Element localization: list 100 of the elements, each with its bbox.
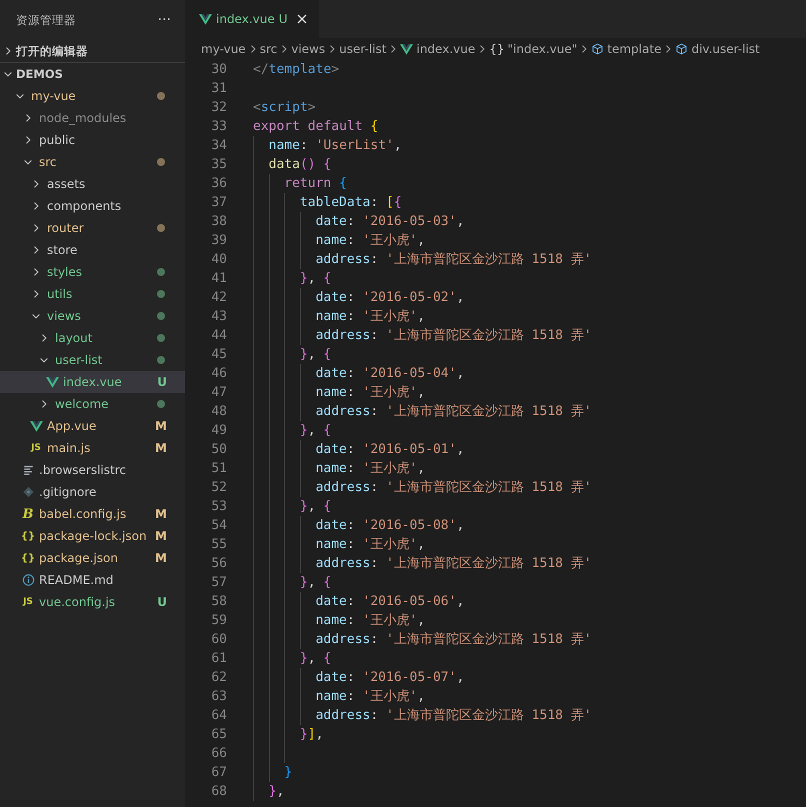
code-line: name: '王小虎', (316, 536, 426, 554)
code-line: date: '2016-05-08', (316, 517, 464, 535)
tree-item[interactable]: B babel.config.js M (0, 503, 185, 525)
tree-item[interactable]: components (0, 195, 185, 217)
line-number: 64 (210, 707, 227, 725)
tree-item[interactable]: utils (0, 283, 185, 305)
line-number: 53 (210, 498, 227, 516)
line-number: 34 (210, 137, 227, 155)
tree-item[interactable]: .browserslistrc (0, 459, 185, 481)
code-line: }, { (300, 422, 332, 440)
js-file-icon: JS (31, 443, 41, 453)
tree-item[interactable]: .gitignore (0, 481, 185, 503)
code-line: address: '上海市普陀区金沙江路 1518 弄' (316, 326, 592, 345)
code-line: address: '上海市普陀区金沙江路 1518 弄' (316, 250, 592, 269)
babel-file-icon: B (22, 506, 34, 522)
line-number: 59 (210, 612, 227, 630)
git-status-letter: M (155, 551, 167, 565)
tree-item[interactable]: {} package-lock.json M (0, 525, 185, 547)
code-line: name: '王小虎', (316, 308, 426, 326)
tree-item[interactable]: node_modules (0, 107, 185, 129)
code-line: address: '上海市普陀区金沙江路 1518 弄' (316, 630, 592, 649)
more-actions-button[interactable]: ··· (156, 12, 173, 28)
code-line: address: '上海市普陀区金沙江路 1518 弄' (316, 554, 592, 573)
line-number: 39 (210, 232, 227, 250)
tree-item[interactable]: store (0, 239, 185, 261)
tree-item[interactable]: public (0, 129, 185, 151)
breadcrumb-item[interactable]: views (291, 42, 326, 56)
git-status-letter: M (155, 441, 167, 455)
breadcrumb-item[interactable]: div.user-list (675, 42, 760, 56)
info-icon (22, 574, 34, 586)
code-line: }, { (300, 270, 332, 288)
breadcrumb-item[interactable]: template (591, 42, 662, 56)
breadcrumb-item[interactable]: user-list (339, 42, 386, 56)
tree-item[interactable]: src (0, 151, 185, 173)
tree-item[interactable]: styles (0, 261, 185, 283)
section-header[interactable]: DEMOS (0, 62, 185, 85)
breadcrumb-item[interactable]: index.vue (400, 42, 476, 56)
code-line: date: '2016-05-07', (316, 669, 464, 687)
tree-item[interactable]: router (0, 217, 185, 239)
js-file-icon: JS (23, 597, 33, 607)
code-line: address: '上海市普陀区金沙江路 1518 弄' (316, 402, 592, 421)
breadcrumb-item[interactable]: src (260, 42, 278, 56)
line-number: 32 (210, 99, 227, 117)
line-number: 30 (210, 61, 227, 79)
line-number: 55 (210, 536, 227, 554)
json-file-icon: {} (20, 530, 36, 542)
code-line: address: '上海市普陀区金沙江路 1518 弄' (316, 706, 592, 725)
code-line: tableData: [{ (300, 194, 402, 212)
cube-icon (675, 43, 688, 55)
line-number: 33 (210, 118, 227, 136)
line-number: 68 (210, 783, 227, 801)
editor-tab[interactable]: index.vue U (185, 0, 319, 38)
tree-item[interactable]: layout (0, 327, 185, 349)
code-line: }, { (300, 650, 332, 668)
code-line: export default { (253, 118, 378, 136)
line-number: 65 (210, 726, 227, 744)
breadcrumb-item[interactable]: my-vue (201, 42, 246, 56)
diamond-icon (22, 486, 34, 498)
tree-item[interactable]: assets (0, 173, 185, 195)
code-line: date: '2016-05-06', (316, 593, 464, 611)
tree-item[interactable]: JS main.js M (0, 437, 185, 459)
explorer-title: 资源管理器 (16, 12, 76, 28)
line-number: 42 (210, 289, 227, 307)
code-line: date: '2016-05-01', (316, 441, 464, 459)
breadcrumb-item[interactable]: {} "index.vue" (489, 42, 578, 56)
line-number: 54 (210, 517, 227, 535)
line-number: 66 (210, 745, 227, 763)
vue-logo-icon (30, 420, 42, 432)
tree-item[interactable]: welcome (0, 393, 185, 415)
line-number: 63 (210, 688, 227, 706)
tree-item[interactable]: my-vue (0, 85, 185, 107)
code-line: </template> (253, 61, 340, 79)
git-status-letter: M (155, 419, 167, 433)
code-line: name: '王小虎', (316, 232, 426, 250)
git-status-letter: U (278, 12, 288, 26)
line-number: 31 (210, 80, 227, 98)
tree-item[interactable]: JS vue.config.js U (0, 591, 185, 613)
tree-item[interactable]: README.md (0, 569, 185, 591)
line-number: 67 (210, 764, 227, 782)
git-status-letter: U (157, 375, 167, 389)
line-number: 60 (210, 631, 227, 649)
line-number: 56 (210, 555, 227, 573)
tree-item[interactable]: index.vue U (0, 371, 185, 393)
code-line: <script> (253, 99, 316, 117)
vue-logo-icon (46, 376, 58, 388)
tree-item[interactable]: views (0, 305, 185, 327)
git-status-letter: M (155, 529, 167, 543)
code-line: date: '2016-05-04', (316, 365, 464, 383)
code-line: }, (268, 783, 284, 801)
line-number: 45 (210, 346, 227, 364)
line-number: 62 (210, 669, 227, 687)
tree-item[interactable]: App.vue M (0, 415, 185, 437)
tree-item[interactable]: {} package.json M (0, 547, 185, 569)
tree-item[interactable]: user-list (0, 349, 185, 371)
code-line: name: '王小虎', (316, 384, 426, 402)
code-line: }, { (300, 498, 332, 516)
section-header[interactable]: 打开的编辑器 (0, 40, 185, 62)
git-status-letter: M (155, 507, 167, 521)
code-line: name: '王小虎', (316, 688, 426, 706)
code-line: } (284, 764, 292, 782)
